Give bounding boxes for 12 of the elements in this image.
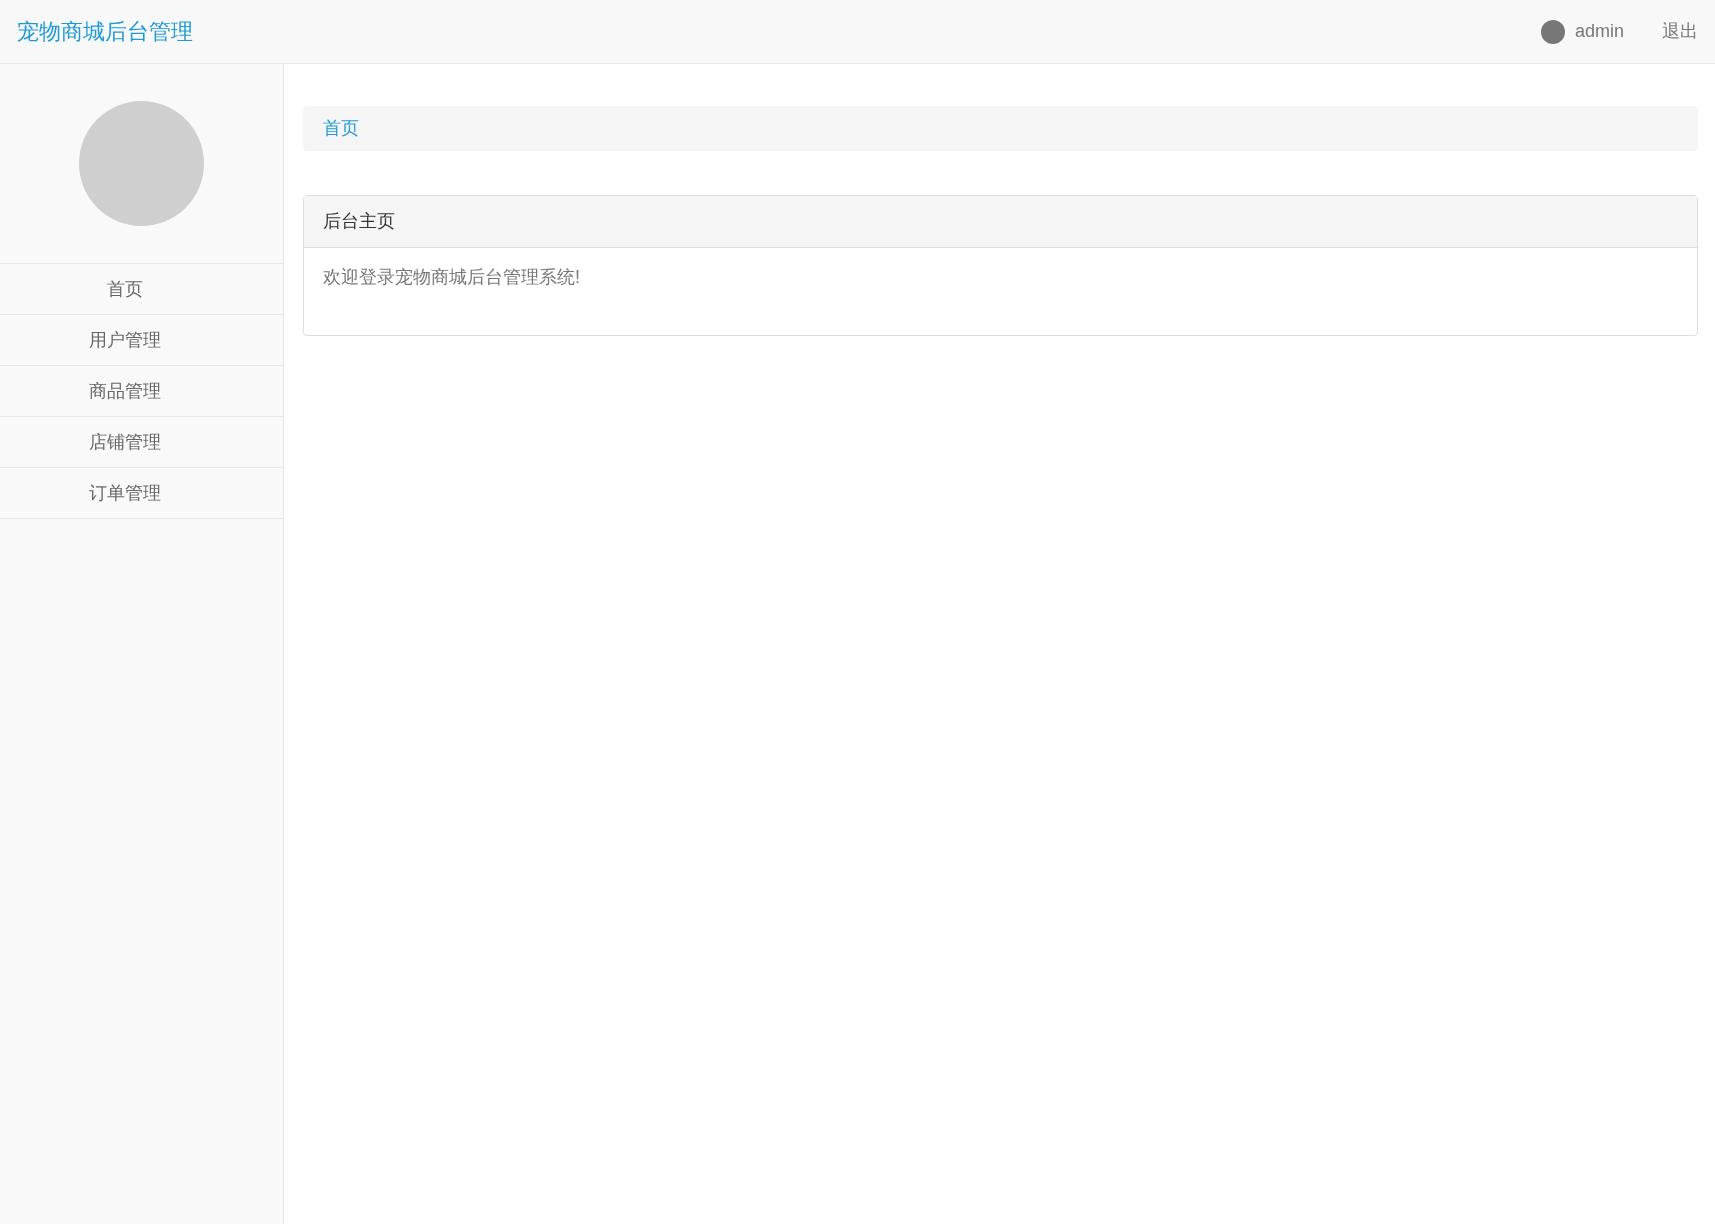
sidebar-item[interactable]: 首页 [0,264,283,315]
user-name[interactable]: admin [1574,18,1624,45]
sidebar-item[interactable]: 用户管理 [0,315,283,366]
brand-title[interactable]: 宠物商城后台管理 [17,15,193,48]
sidebar-item[interactable]: 订单管理 [0,468,283,519]
user-avatar [1540,19,1565,44]
sidebar-item[interactable]: 商品管理 [0,366,283,417]
breadcrumb-link[interactable]: 首页 [323,115,359,142]
logout-link[interactable]: 退出 [1662,18,1698,45]
sidebar-item[interactable]: 店铺管理 [0,417,283,468]
panel-title: 后台主页 [323,210,395,233]
welcome-message: 欢迎登录宠物商城后台管理系统! [323,267,580,287]
